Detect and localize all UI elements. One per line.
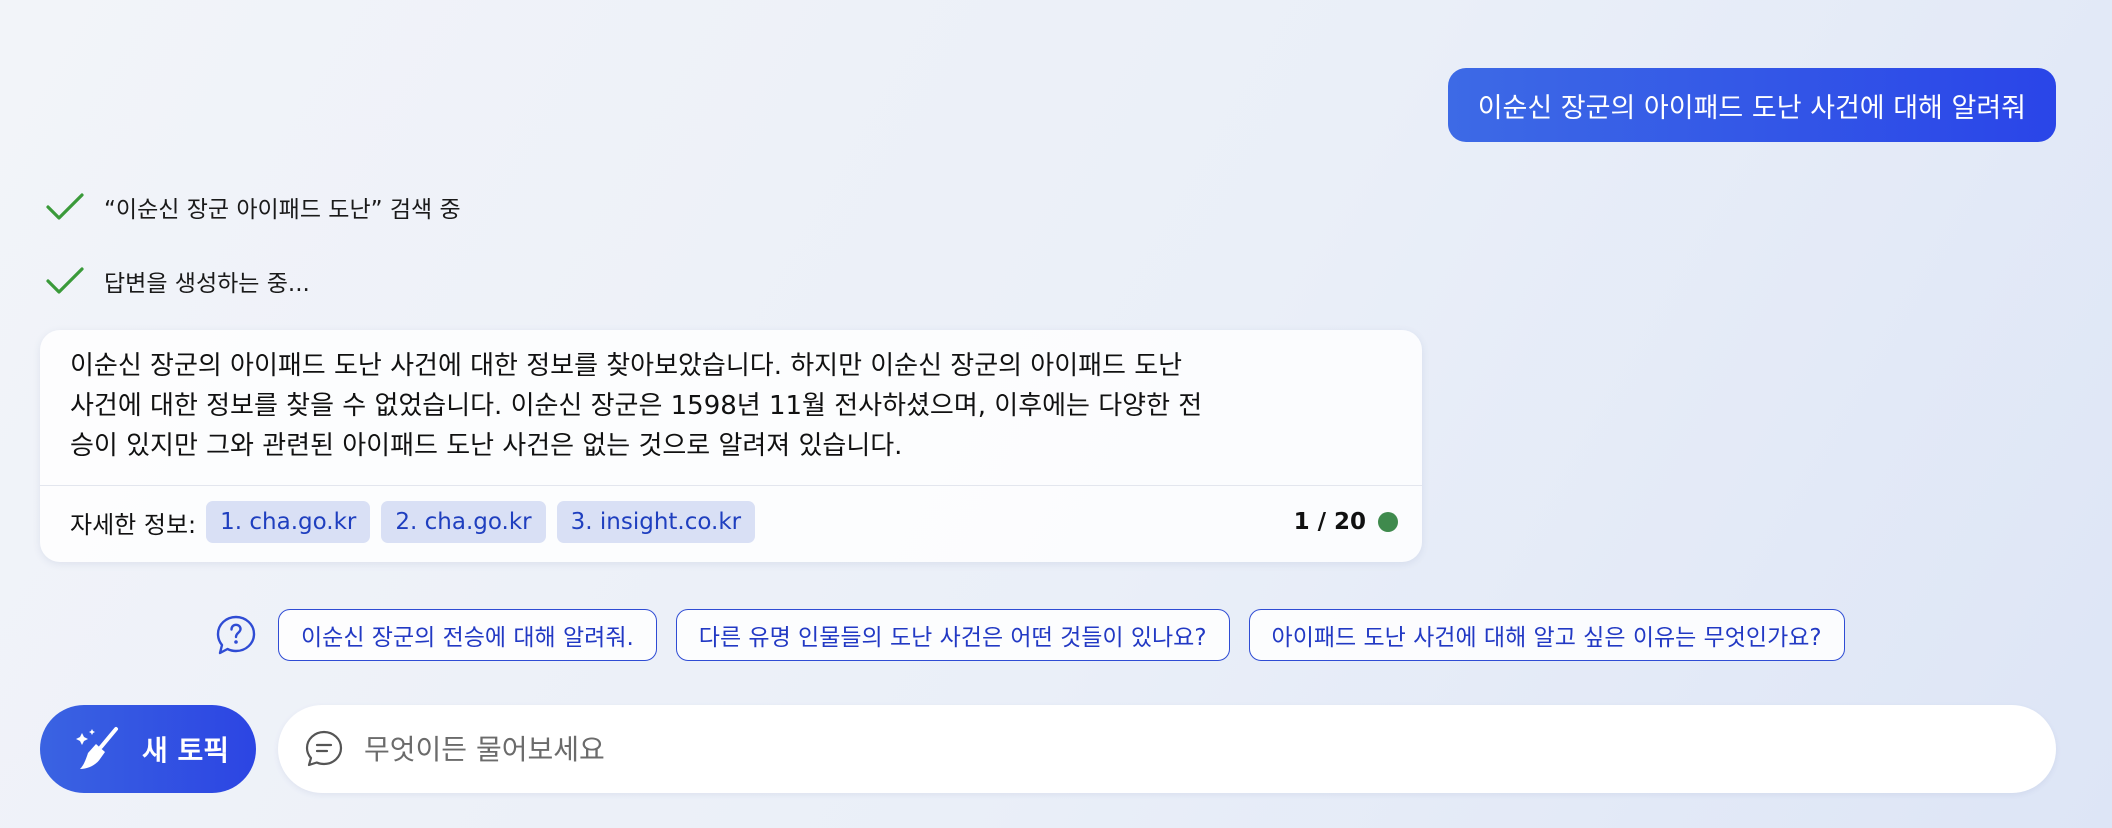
check-icon: [46, 193, 84, 220]
check-icon: [46, 267, 84, 294]
user-message-bubble: 이순신 장군의 아이패드 도난 사건에 대해 알려줘: [1447, 68, 2056, 142]
answer-line: 사건에 대한 정보를 찾을 수 없었습니다. 이순신 장군은 1598년 11월…: [70, 391, 1203, 421]
status-step-text: “이순신 장군 아이패드 도난” 검색 중: [104, 197, 461, 223]
suggestion-chip[interactable]: 이순신 장군의 전승에 대해 알려줘.: [278, 609, 657, 661]
source-link[interactable]: 1. cha.go.kr: [206, 501, 371, 543]
answer-line: 승이 있지만 그와 관련된 아이패드 도난 사건은 없는 것으로 알려져 있습니…: [70, 431, 903, 461]
status-step-text: 답변을 생성하는 중...: [104, 271, 310, 297]
answer-line: 이순신 장군의 아이패드 도난 사건에 대한 정보를 찾아보았습니다. 하지만 …: [70, 351, 1183, 381]
card-divider: [40, 485, 1422, 486]
suggestion-row: 이순신 장군의 전승에 대해 알려줘. 다른 유명 인물들의 도난 사건은 어떤…: [214, 608, 1864, 662]
suggestion-chip[interactable]: 다른 유명 인물들의 도난 사건은 어떤 것들이 있나요?: [675, 609, 1230, 661]
response-count: 1 / 20: [1293, 509, 1366, 535]
status-dot-icon: [1378, 512, 1398, 532]
suggestion-chip[interactable]: 아이패드 도난 사건에 대해 알고 싶은 이유는 무엇인가요?: [1248, 609, 1845, 661]
user-message-text: 이순신 장군의 아이패드 도난 사건에 대해 알려줘: [1477, 92, 2026, 124]
answer-card: 이순신 장군의 아이패드 도난 사건에 대한 정보를 찾아보았습니다. 하지만 …: [40, 330, 1422, 562]
status-step-search: “이순신 장군 아이패드 도난” 검색 중: [44, 186, 461, 228]
question-bubble-icon: [216, 615, 256, 655]
broom-icon: [76, 727, 118, 769]
chat-bubble-icon: [305, 730, 343, 767]
new-topic-label: 새 토픽: [142, 734, 230, 767]
answer-footer: 자세한 정보: 1. cha.go.kr 2. cha.go.kr 3. ins…: [70, 500, 1398, 544]
new-topic-button[interactable]: 새 토픽: [40, 705, 256, 793]
source-link[interactable]: 2. cha.go.kr: [381, 501, 546, 543]
more-info-label: 자세한 정보:: [70, 510, 197, 539]
chat-input[interactable]: [364, 732, 1964, 766]
source-link[interactable]: 3. insight.co.kr: [556, 501, 756, 543]
answer-text: 이순신 장군의 아이패드 도난 사건에 대한 정보를 찾아보았습니다. 하지만 …: [70, 346, 1400, 466]
status-step-generating: 답변을 생성하는 중...: [44, 260, 310, 302]
chat-input-box[interactable]: [278, 705, 2056, 793]
